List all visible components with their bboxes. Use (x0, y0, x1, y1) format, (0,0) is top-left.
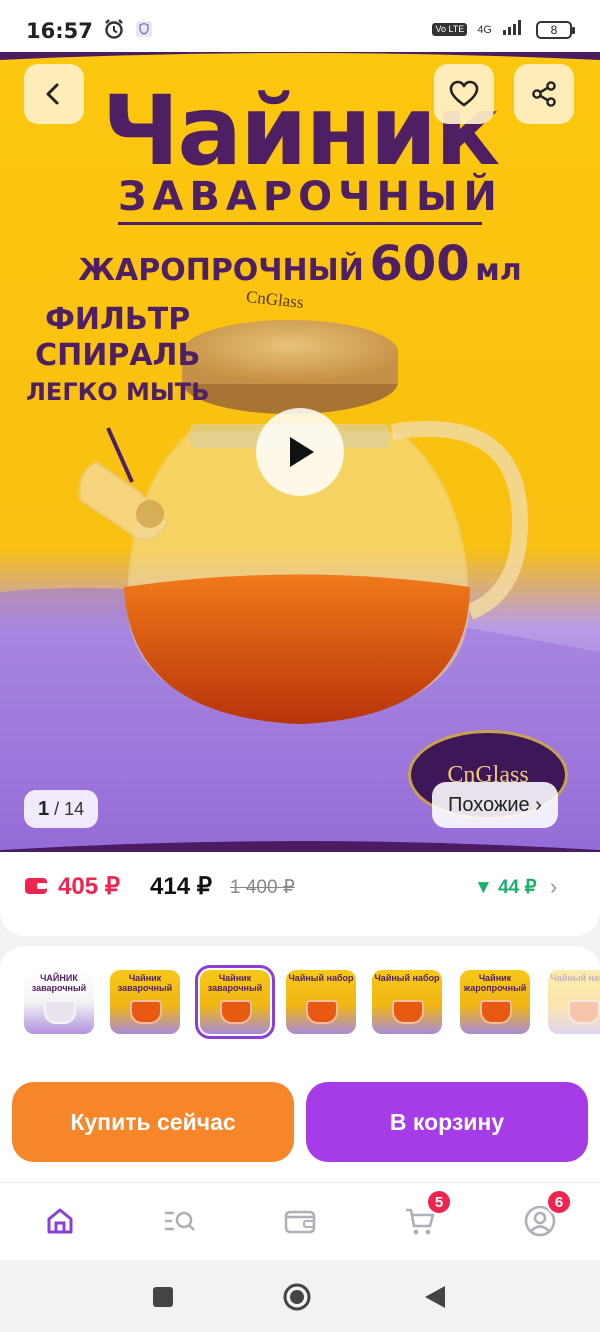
thumbnail-title: Чайный набор (550, 973, 600, 983)
thumbnail-selected[interactable]: Чайник заварочный (195, 965, 275, 1039)
circle-icon (283, 1283, 311, 1311)
thumbnail-title: ЧАЙНИК заварочный (31, 973, 87, 993)
thumbnail[interactable]: Чайный набор (548, 970, 600, 1034)
feature-item: СПИРАЛЬ (35, 338, 201, 373)
current-price: 414 ₽ (150, 873, 212, 900)
volte-indicator: Vo LTE (432, 23, 468, 36)
battery-icon: 8 (536, 20, 575, 39)
add-to-cart-button[interactable]: В корзину (306, 1082, 588, 1162)
product-subheadline: ЗАВАРОЧНЫЙ (118, 174, 497, 225)
heart-icon (449, 80, 479, 107)
share-icon (532, 81, 556, 107)
square-icon (153, 1287, 173, 1307)
tab-cart[interactable]: 5 (400, 1189, 452, 1241)
home-system-button[interactable] (282, 1282, 312, 1312)
thumbnail-product (220, 1000, 252, 1024)
thumbnail[interactable]: Чайный набор (372, 970, 442, 1034)
feature-list: ФИЛЬТР СПИРАЛЬ ЛЕГКО МЫТЬ (26, 302, 209, 410)
chevron-right-icon[interactable]: › (550, 874, 557, 900)
bottom-tab-bar: 5 6 (0, 1182, 600, 1260)
wallet-price: 405 ₽ (58, 873, 120, 900)
thumbnail-product (130, 1000, 162, 1024)
product-volume: ЖАРОПРОЧНЫЙ 600 мл (0, 236, 600, 292)
feature-item: ФИЛЬТР (45, 302, 191, 337)
favorite-button[interactable] (434, 64, 494, 124)
thumbnail-product (480, 1000, 512, 1024)
home-icon (47, 1208, 73, 1234)
product-headline: Чайник (101, 75, 500, 187)
thumbnail-title: Чайник заварочный (207, 973, 263, 993)
feature-item: ЛЕГКО МЫТЬ (26, 378, 210, 406)
similar-button[interactable]: Похожие › (432, 782, 558, 828)
buy-now-button[interactable]: Купить сейчас (12, 1082, 294, 1162)
cart-badge: 5 (426, 1189, 452, 1215)
thumbnail-title: Чайный набор (288, 973, 354, 983)
profile-badge: 6 (546, 1189, 572, 1215)
tab-profile[interactable]: 6 (520, 1189, 572, 1241)
triangle-back-icon (425, 1286, 445, 1308)
recents-button[interactable] (148, 1282, 178, 1312)
chevron-left-icon (46, 83, 59, 105)
tab-home[interactable] (40, 1201, 80, 1241)
back-system-button[interactable] (420, 1282, 450, 1312)
thumbnail-strip[interactable]: ЧАЙНИК заварочный Чайник заварочный Чайн… (0, 946, 600, 1066)
volume-text: ЖАРОПРОЧНЫЙ (78, 253, 364, 288)
thumbnail[interactable]: ЧАЙНИК заварочный (24, 970, 94, 1034)
thumbnail-product (392, 1000, 424, 1024)
thumbnail[interactable]: Чайный набор (286, 970, 356, 1034)
counter-total: 14 (64, 799, 85, 819)
catalog-search-icon (165, 1211, 195, 1231)
thumbnail-title: Чайник жаропрочный (463, 973, 527, 993)
volume-number: 600 (369, 236, 470, 292)
counter-current: 1 (38, 798, 50, 820)
wallet-icon (24, 877, 48, 900)
signal-icon (502, 18, 526, 41)
network-type: 4G (477, 23, 492, 36)
system-navigation-bar (0, 1260, 600, 1332)
alarm-icon (103, 18, 125, 45)
price-drop: ▼ 44 ₽ (474, 877, 537, 898)
status-time: 16:57 (26, 19, 93, 43)
thumbnail-product (44, 1000, 76, 1024)
price-card[interactable]: 405 ₽ 414 ₽ 1 400 ₽ ▼ 44 ₽ › (0, 852, 600, 936)
back-button[interactable] (24, 64, 84, 124)
product-image-carousel[interactable]: Чайник ЗАВАРОЧНЫЙ ЖАРОПРОЧНЫЙ 600 мл ФИЛ… (0, 52, 600, 852)
image-counter: 1 / 14 (24, 790, 99, 828)
old-price: 1 400 ₽ (230, 877, 295, 898)
shield-icon (135, 20, 153, 43)
thumbnail[interactable]: Чайник жаропрочный (460, 970, 530, 1034)
wallet-outline-icon (284, 1210, 316, 1234)
thumbnail-title: Чайник заварочный (117, 973, 173, 993)
share-button[interactable] (514, 64, 574, 124)
tab-wallet[interactable] (280, 1201, 320, 1241)
play-icon (290, 437, 314, 467)
thumbnail[interactable]: Чайник заварочный (110, 970, 180, 1034)
volume-unit: мл (475, 253, 522, 288)
counter-separator: / (49, 799, 65, 819)
play-video-button[interactable] (256, 408, 344, 496)
action-bar: Купить сейчас В корзину (0, 1066, 600, 1182)
thumbnail-product (306, 1000, 338, 1024)
thumbnail-title: Чайный набор (374, 973, 440, 983)
status-right: Vo LTE 4G 8 (432, 18, 575, 41)
tab-catalog[interactable] (160, 1201, 200, 1241)
thumbnail-product (568, 1000, 600, 1024)
